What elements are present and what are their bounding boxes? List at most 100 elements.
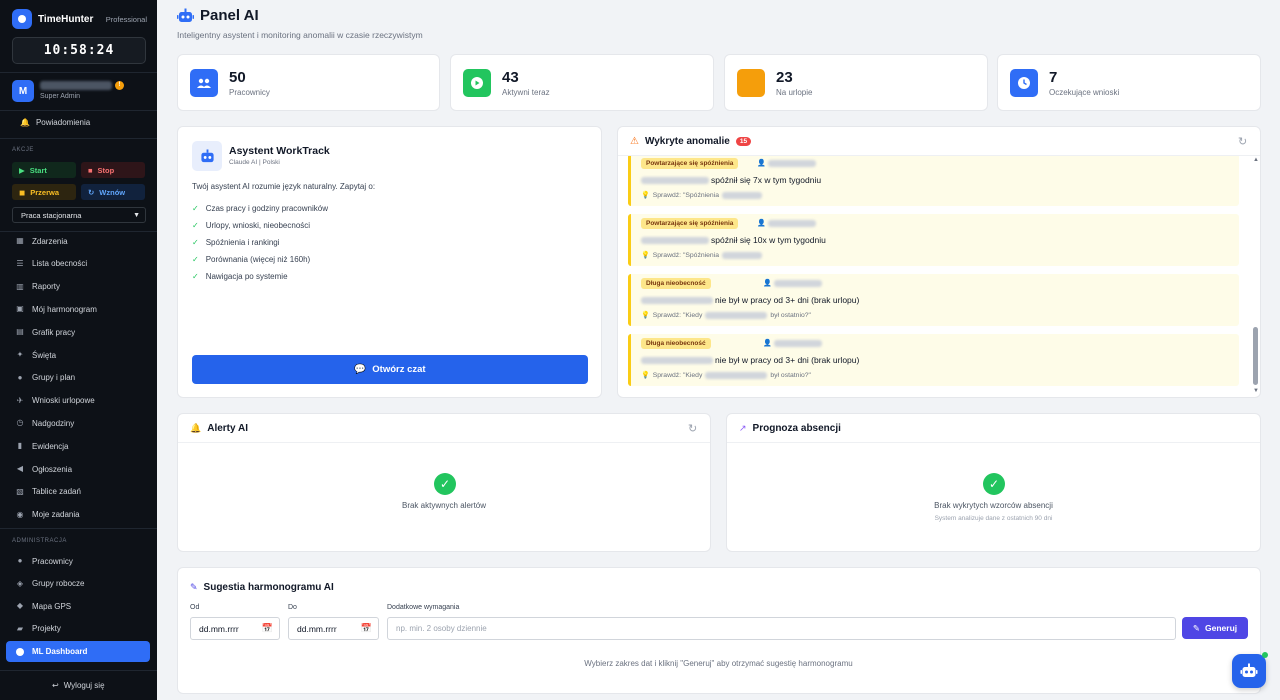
chat-icon: 💬: [354, 364, 367, 375]
sidebar-item-12[interactable]: ◉ Moje zadania: [16, 508, 80, 522]
resume-button[interactable]: ↻ Wznów: [81, 184, 145, 200]
user-icon: 👤: [757, 160, 766, 167]
sidebar-item-3[interactable]: ▣ Mój harmonogram: [16, 302, 97, 316]
brand[interactable]: TimeHunter Professional: [12, 9, 147, 29]
sidebar-item-7[interactable]: ✈ Wnioski urlopowe: [16, 394, 95, 408]
anomaly-hint-prefix: Sprawdź: "Spóźnienia: [652, 251, 719, 259]
scroll-up-icon[interactable]: ▲: [1253, 157, 1259, 163]
anomaly-type-badge: Długa nieobecność: [641, 278, 711, 289]
sidebar: TimeHunter Professional 10:58:24 M ! Sup…: [0, 0, 157, 700]
sidebar-item-5[interactable]: ✦ Święta: [16, 348, 56, 362]
anomaly-person: 👤: [763, 279, 822, 287]
open-chat-button[interactable]: 💬 Otwórz czat: [192, 355, 588, 384]
sidebar-item-ml-dashboard[interactable]: ML Dashboard: [6, 641, 150, 662]
anomalies-list[interactable]: Powtarzające się spóźnienia 👤 spóźnił się…: [628, 156, 1250, 396]
floating-chat-button[interactable]: [1232, 654, 1266, 688]
sidebar-item-8[interactable]: ◷ Nadgodziny: [16, 416, 75, 430]
feature-text: Nawigacja po systemie: [205, 272, 288, 281]
check-icon: ✓: [192, 204, 199, 213]
plane-icon: ✈: [16, 395, 24, 405]
anomaly-item[interactable]: Powtarzające się spóźnienia 👤 spóźnił się…: [628, 156, 1239, 206]
actions-section-title: AKCJE: [12, 147, 34, 153]
stop-button[interactable]: ■ Stop: [81, 162, 145, 178]
brand-logo-icon: [12, 9, 32, 29]
sidebar-item-9[interactable]: ▮ Ewidencja: [16, 439, 69, 453]
users-icon: [190, 69, 218, 97]
calendar-icon: ▣: [16, 304, 24, 314]
scroll-down-icon[interactable]: ▼: [1253, 388, 1259, 394]
scrollbar-thumb[interactable]: [1253, 327, 1258, 385]
logout-button[interactable]: ↩ Wyloguj się: [52, 681, 105, 690]
sidebar-item-label: Zdarzenia: [32, 236, 68, 246]
anomaly-item[interactable]: Długa nieobecność 👤 nie był w pracy od 3+…: [628, 334, 1239, 386]
anomaly-hint: 💡 Sprawdź: "Spóźnienia: [641, 251, 765, 259]
feature-text: Porównania (więcej niż 160h): [205, 255, 311, 264]
sidebar-item-label: Moje zadania: [32, 510, 80, 520]
anomaly-message-text: spóźnił się 7x w tym tygodniu: [711, 175, 822, 185]
user-profile[interactable]: M ! Super Admin: [12, 80, 147, 102]
check-icon: ◉: [16, 509, 24, 519]
clock-display: 10:58:24: [12, 37, 146, 64]
alerts-header: 🔔 Alerty AI: [190, 423, 248, 434]
sidebar-item-11[interactable]: ▧ Tablice zadań: [16, 485, 81, 499]
sidebar-item-0[interactable]: ▦ Zdarzenia: [16, 234, 68, 248]
anomaly-item[interactable]: Powtarzające się spóźnienia 👤 spóźnił się…: [628, 214, 1239, 266]
play-icon: ▶: [19, 165, 25, 175]
list-icon: ☰: [16, 258, 24, 268]
alerts-card: 🔔 Alerty AI ↻ ✓ Brak aktywnych alertów: [177, 413, 711, 552]
start-button[interactable]: ▶ Start: [12, 162, 76, 178]
divider: [0, 528, 157, 529]
sidebar-item-1[interactable]: ☰ Lista obecności: [16, 257, 87, 271]
stat-value: 23: [776, 69, 793, 86]
users-icon: ●: [17, 556, 23, 565]
divider: [0, 231, 157, 232]
anomaly-hint-prefix: Sprawdź: "Kiedy: [652, 371, 703, 379]
refresh-icon[interactable]: ↻: [688, 422, 697, 435]
pencil-icon: ✎: [1192, 622, 1200, 633]
feature-text: Czas pracy i godziny pracowników: [205, 204, 328, 213]
sidebar-item-6[interactable]: ● Grupy i plan: [16, 371, 76, 385]
divider: [0, 138, 157, 139]
user-alert-badge: !: [115, 81, 124, 90]
stat-card-active: 43 Aktywni teraz: [450, 54, 714, 111]
robot-icon: [1240, 663, 1258, 677]
requirements-label: Dodatkowe wymagania: [387, 604, 460, 611]
work-mode-select[interactable]: Praca stacjonarna ▼: [12, 207, 146, 223]
date-to-input[interactable]: dd.mm.rrrr 📅: [288, 617, 379, 640]
forecast-title: Prognoza absencji: [752, 423, 841, 434]
refresh-icon[interactable]: ↻: [1238, 135, 1247, 148]
sidebar-item-2[interactable]: ▥ Raporty: [16, 280, 60, 294]
lightbulb-icon: 💡: [641, 372, 650, 379]
calendar-icon[interactable]: 📅: [361, 623, 372, 634]
from-label: Od: [190, 604, 200, 611]
notifications-link[interactable]: 🔔 Powiadomienia: [20, 118, 90, 127]
date-to-value: dd.mm.rrrr: [297, 623, 337, 634]
divider: [727, 442, 1260, 443]
date-from-input[interactable]: dd.mm.rrrr 📅: [190, 617, 280, 640]
feature-item: ✓ Urlopy, wnioski, nieobecności: [192, 221, 310, 230]
admin-item-0[interactable]: ● Pracownicy: [16, 554, 73, 568]
generate-button[interactable]: ✎ Generuj: [1182, 617, 1248, 639]
anomaly-hint: 💡 Sprawdź: "Spóźnienia: [641, 191, 765, 199]
divider: [0, 670, 157, 671]
user-icon: 👤: [763, 280, 772, 287]
requirements-input[interactable]: np. min. 2 osoby dziennie: [387, 617, 1176, 640]
sidebar-item-label: Ogłoszenia: [32, 464, 73, 474]
sidebar-item-label: Projekty: [32, 624, 61, 634]
anomaly-person: 👤: [757, 159, 816, 167]
check-icon: ✓: [192, 238, 199, 247]
calendar-icon[interactable]: 📅: [262, 623, 273, 634]
sidebar-item-label: ML Dashboard: [32, 647, 88, 656]
sidebar-item-4[interactable]: ▤ Grafik pracy: [16, 325, 75, 339]
work-mode-value: Praca stacjonarna: [21, 210, 82, 220]
admin-item-3[interactable]: ▰ Projekty: [16, 622, 61, 636]
break-button[interactable]: ◼ Przerwa: [12, 184, 76, 200]
to-label: Do: [288, 604, 297, 611]
online-status-dot: [1262, 652, 1268, 658]
alerts-empty-text: Brak aktywnych alertów: [401, 501, 487, 510]
admin-item-2[interactable]: ◆ Mapa GPS: [16, 599, 71, 613]
anomaly-item[interactable]: Długa nieobecność 👤 nie był w pracy od 3+…: [628, 274, 1239, 326]
admin-item-1[interactable]: ◈ Grupy robocze: [16, 577, 85, 591]
sidebar-item-label: Ewidencja: [32, 441, 69, 451]
sidebar-item-10[interactable]: ◀ Ogłoszenia: [16, 462, 72, 476]
